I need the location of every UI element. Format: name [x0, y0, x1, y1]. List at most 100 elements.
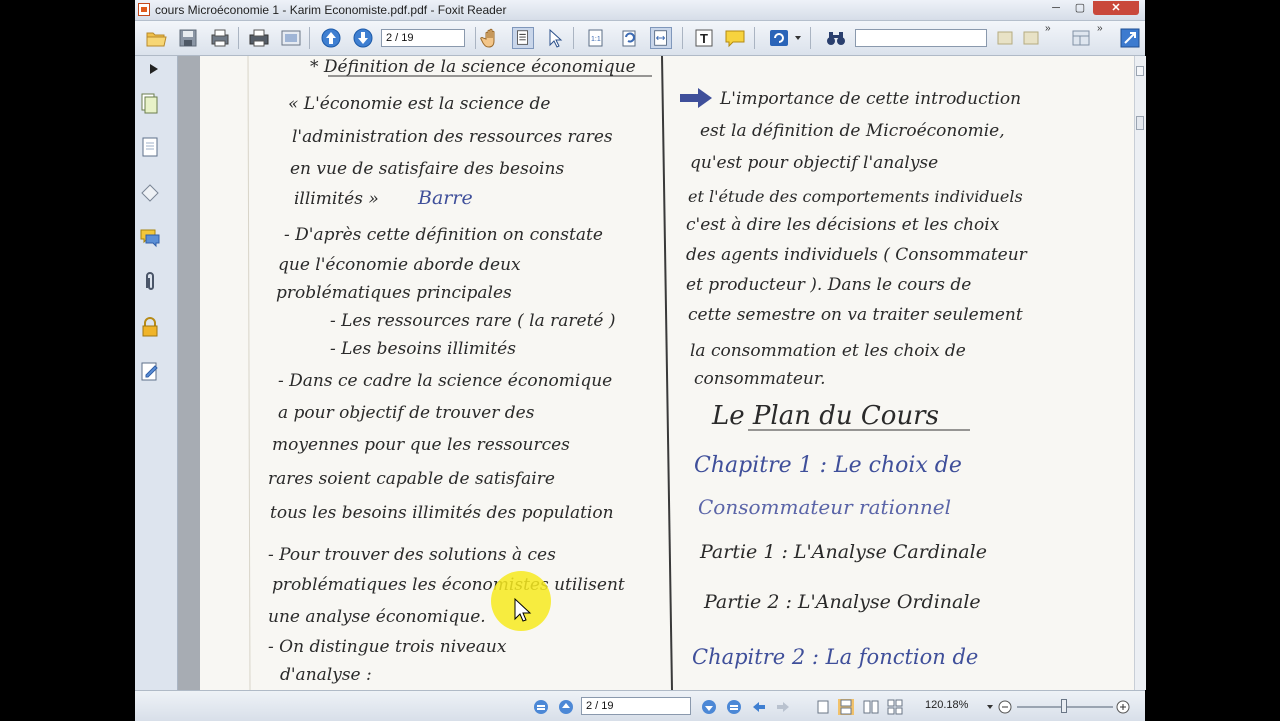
- toolbar-separator: [238, 27, 239, 49]
- facing-view-icon[interactable]: [863, 699, 879, 715]
- zoom-out-icon[interactable]: [997, 699, 1013, 715]
- actual-size-icon[interactable]: 1:1: [585, 27, 607, 49]
- select-arrow-icon[interactable]: [544, 27, 566, 49]
- svg-text:T: T: [700, 31, 708, 46]
- note-line: que l'économie aborde deux: [278, 255, 521, 275]
- part-heading: Partie 1 : L'Analyse Cardinale: [699, 541, 987, 563]
- go-back-icon[interactable]: [751, 699, 767, 715]
- layers-icon[interactable]: [140, 181, 160, 203]
- expand-panel-icon[interactable]: [150, 64, 158, 74]
- toolbar-separator: [754, 27, 755, 49]
- note-line: moyennes pour que les ressources: [272, 435, 570, 455]
- chapter-heading: Chapitre 1 : Le choix de: [694, 453, 962, 478]
- note-line: une analyse économique.: [268, 607, 486, 627]
- fullscreen-icon[interactable]: [1119, 27, 1141, 49]
- page-number-input[interactable]: 2 / 19: [381, 29, 465, 47]
- print-icon[interactable]: [248, 27, 270, 49]
- zoom-in-icon[interactable]: [1115, 699, 1131, 715]
- single-page-view-icon[interactable]: [815, 699, 831, 715]
- note-line: problématiques les économistes utilisent: [272, 575, 625, 595]
- note-line: Consommateur rationnel: [698, 495, 951, 519]
- typewriter-icon[interactable]: T: [693, 27, 715, 49]
- toolbar-separator: [682, 27, 683, 49]
- close-button[interactable]: ✕: [1093, 1, 1139, 15]
- maximize-button[interactable]: ▢: [1069, 1, 1091, 15]
- save-icon[interactable]: [177, 27, 199, 49]
- cursor-highlight: [491, 571, 551, 631]
- scrollbar-thumb[interactable]: [1136, 66, 1144, 76]
- note-line: * Définition de la science économique: [310, 57, 636, 77]
- comments-icon[interactable]: [140, 226, 160, 248]
- note-line: cette semestre on va traiter seulement: [688, 305, 1023, 325]
- last-page-icon[interactable]: [726, 699, 742, 715]
- minimize-button[interactable]: ─: [1045, 1, 1067, 15]
- note-line: c'est à dire les décisions et les choix: [686, 215, 1000, 235]
- fit-width-icon[interactable]: [650, 27, 672, 49]
- note-line: et producteur ). Dans le cours de: [686, 275, 971, 295]
- find-binoculars-icon[interactable]: [825, 27, 847, 49]
- zoom-slider-thumb[interactable]: [1061, 699, 1067, 713]
- select-text-icon[interactable]: [512, 27, 534, 49]
- pages-icon[interactable]: [140, 92, 160, 114]
- open-folder-icon[interactable]: [145, 27, 167, 49]
- note-line: en vue de satisfaire des besoins: [290, 159, 564, 179]
- next-page-icon[interactable]: [701, 699, 717, 715]
- layout-options-icon[interactable]: [1070, 27, 1092, 49]
- security-lock-icon[interactable]: [140, 316, 160, 338]
- note-author: Barre: [417, 187, 473, 209]
- toolbar-overflow-icon[interactable]: »: [1097, 23, 1103, 34]
- rotate-view-icon[interactable]: [618, 27, 640, 49]
- navigation-panel: [135, 56, 178, 690]
- prev-page-icon[interactable]: [558, 699, 574, 715]
- page-gutter: [178, 56, 200, 690]
- toolbar-overflow-icon[interactable]: »: [1045, 23, 1051, 34]
- toolbar-separator: [810, 27, 811, 49]
- previous-page-icon[interactable]: [320, 27, 342, 49]
- vertical-scrollbar[interactable]: [1134, 56, 1146, 690]
- arrow-icon: [680, 88, 712, 108]
- toolbar-separator: [309, 27, 310, 49]
- zoom-level[interactable]: 120.18%: [925, 699, 968, 711]
- signature-edit-icon[interactable]: [140, 360, 160, 382]
- note-line: qu'est pour objectif l'analyse: [690, 153, 938, 173]
- foxit-online-icon[interactable]: [768, 27, 790, 49]
- print-preview-icon[interactable]: [209, 27, 231, 49]
- note-line: L'importance de cette introduction: [719, 89, 1021, 109]
- status-bar: 2 / 19 120.18%: [135, 690, 1145, 721]
- note-line: a pour objectif de trouver des: [278, 403, 535, 423]
- next-page-icon[interactable]: [352, 27, 374, 49]
- note-line: « L'économie est la science de: [288, 94, 550, 114]
- note-line: consommateur.: [694, 369, 826, 389]
- search-input[interactable]: [855, 29, 987, 47]
- note-line: - On distingue trois niveaux: [268, 637, 507, 657]
- continuous-facing-icon[interactable]: [887, 699, 903, 715]
- note-comment-icon[interactable]: [724, 27, 746, 49]
- first-page-icon[interactable]: [533, 699, 549, 715]
- handwritten-notes: * Définition de la science économique « …: [247, 56, 1028, 690]
- screenshot-icon[interactable]: [280, 27, 302, 49]
- window-title: cours Microéconomie 1 - Karim Economiste…: [155, 3, 507, 17]
- attachment-paperclip-icon[interactable]: [140, 270, 160, 292]
- status-page-input[interactable]: 2 / 19: [581, 697, 691, 715]
- scrollbar-thumb[interactable]: [1136, 116, 1144, 130]
- note-line: tous les besoins illimités des populatio…: [270, 503, 614, 523]
- search-previous-icon[interactable]: [995, 27, 1017, 49]
- note-line: - Pour trouver des solutions à ces: [268, 545, 556, 565]
- bookmark-page-icon[interactable]: [140, 136, 160, 158]
- go-forward-icon[interactable]: [775, 699, 791, 715]
- note-line: illimités »: [294, 189, 379, 209]
- note-line: rares soient capable de satisfaire: [268, 469, 555, 489]
- toolbar-separator: [573, 27, 574, 49]
- note-line: des agents individuels ( Consommateur: [686, 245, 1028, 265]
- chevron-down-icon[interactable]: [795, 35, 801, 41]
- search-next-icon[interactable]: [1020, 27, 1042, 49]
- hand-tool-icon[interactable]: [480, 27, 502, 49]
- note-line: - D'après cette définition on constate: [284, 225, 603, 245]
- note-line: - Dans ce cadre la science économique: [278, 371, 612, 391]
- foxit-window: cours Microéconomie 1 - Karim Economiste…: [135, 0, 1146, 721]
- continuous-view-icon[interactable]: [838, 699, 854, 715]
- title-bar: cours Microéconomie 1 - Karim Economiste…: [135, 0, 1145, 21]
- note-line: la consommation et les choix de: [690, 341, 966, 361]
- zoom-dropdown-chevron-down-icon[interactable]: [987, 704, 993, 710]
- svg-text:1:1: 1:1: [591, 36, 601, 43]
